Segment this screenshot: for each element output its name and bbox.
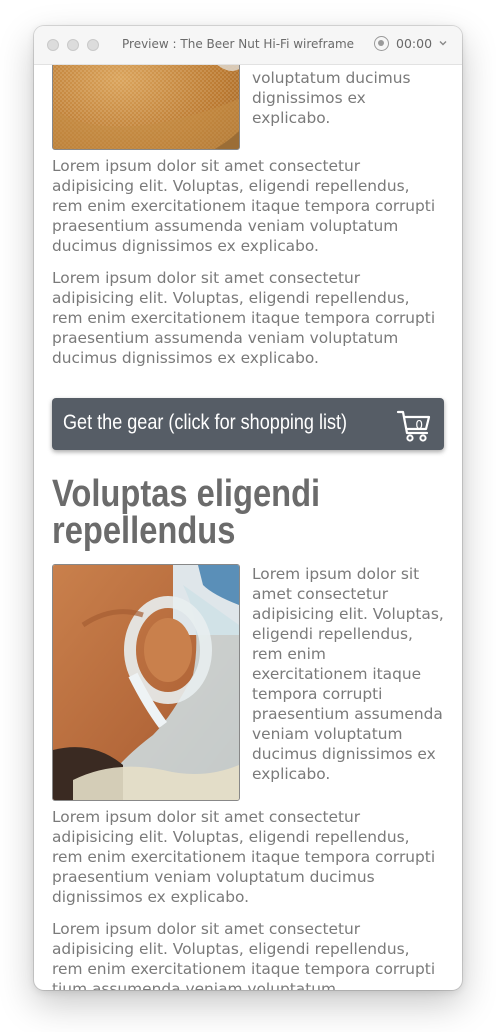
page-content[interactable]: assumenda veniam voluptatum ducimus dign… bbox=[34, 64, 462, 990]
preview-window: Preview : The Beer Nut Hi-Fi wireframe 0… bbox=[34, 26, 462, 990]
get-gear-label: Get the gear (click for shopping list) bbox=[63, 411, 348, 434]
chevron-down-icon[interactable] bbox=[438, 38, 448, 48]
body-paragraph: Lorem ipsum dolor sit amet consectetur a… bbox=[52, 920, 436, 990]
close-window-button[interactable] bbox=[47, 39, 59, 51]
shopping-cart-icon bbox=[396, 410, 431, 442]
zoom-window-button[interactable] bbox=[87, 39, 99, 51]
beer-strainer-image bbox=[52, 64, 240, 150]
body-paragraph: Lorem ipsum dolor sit amet consectetur a… bbox=[52, 808, 436, 906]
body-paragraph: Lorem ipsum dolor sit amet consectetur a… bbox=[52, 269, 436, 367]
cart-count: 0 bbox=[415, 418, 423, 432]
section-heading: Voluptas eligendi repellendus bbox=[52, 473, 321, 552]
minimize-window-button[interactable] bbox=[67, 39, 79, 51]
get-gear-button[interactable]: Get the gear (click for shopping list) 0 bbox=[52, 398, 444, 450]
body-paragraph: Lorem ipsum dolor sit amet consectetur a… bbox=[52, 157, 436, 255]
recording-timer: 00:00 bbox=[396, 36, 433, 51]
title-bar: Preview : The Beer Nut Hi-Fi wireframe 0… bbox=[34, 26, 462, 65]
window-title: Preview : The Beer Nut Hi-Fi wireframe bbox=[122, 37, 355, 51]
fermenting-jug-image bbox=[52, 564, 240, 801]
fermenting-jug-photo bbox=[53, 565, 239, 800]
record-icon[interactable] bbox=[374, 36, 389, 51]
beer-strainer-photo bbox=[53, 64, 239, 149]
